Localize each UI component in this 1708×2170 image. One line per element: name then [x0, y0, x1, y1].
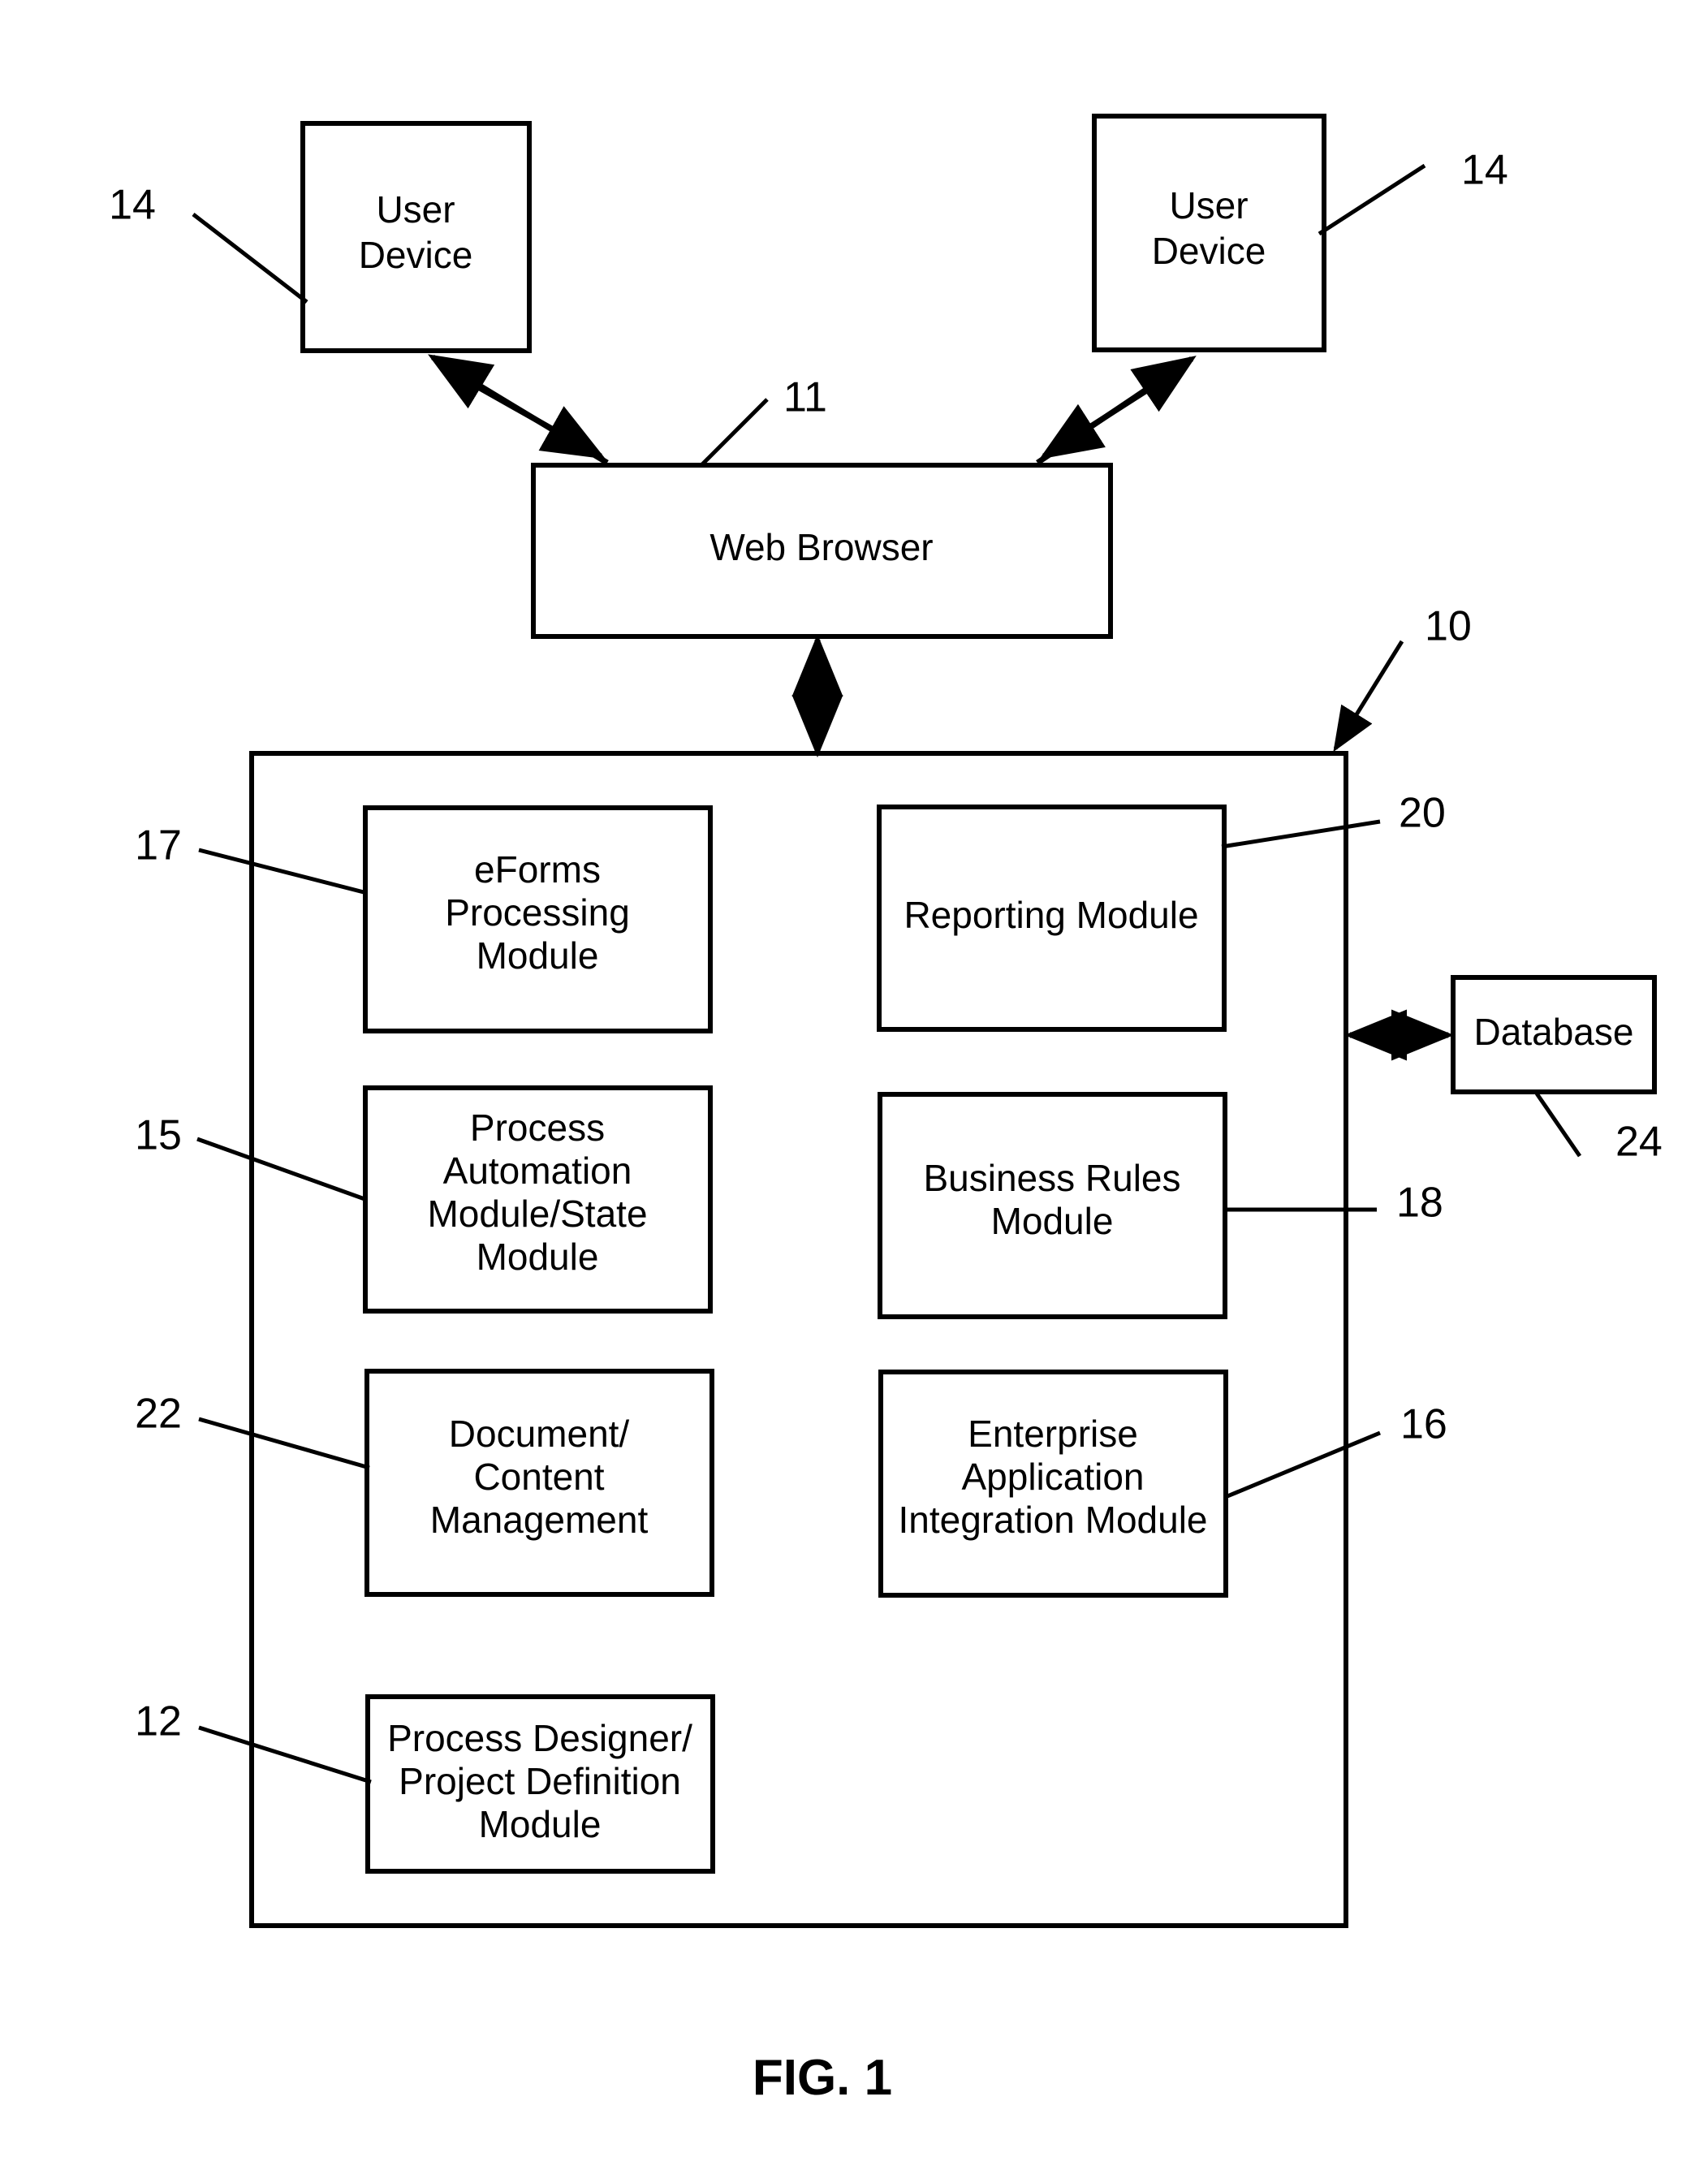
ref-17-label: 17	[135, 822, 182, 869]
process-designer-module-label-line2: Project Definition	[399, 1760, 681, 1802]
ref-22-label: 22	[135, 1391, 182, 1438]
ref-14-right-leader-line	[1318, 163, 1426, 236]
user-device-left-label-line2: Device	[359, 234, 473, 276]
node-database[interactable]: Database	[1451, 975, 1657, 1094]
node-user-device-right[interactable]: User Device	[1092, 114, 1326, 352]
ref-15-label: 15	[135, 1112, 182, 1159]
ref-20-label: 20	[1399, 790, 1446, 837]
ref-callout-18: 18	[1225, 1180, 1443, 1227]
web-browser-label: Web Browser	[710, 526, 933, 568]
node-document-content-management[interactable]: Document/ Content Management	[364, 1369, 714, 1597]
eforms-processing-module-label-line3: Module	[477, 934, 599, 977]
patent-figure: User Device 14 User Device 14 Web Browse…	[0, 0, 1708, 2170]
ref-12-label: 12	[135, 1698, 182, 1745]
arrow-user-device-left-to-browser	[441, 364, 606, 459]
enterprise-integration-module-label-line3: Integration Module	[898, 1499, 1207, 1541]
user-device-right-label-line1: User	[1169, 184, 1248, 226]
user-device-right-label-line2: Device	[1152, 230, 1266, 272]
eforms-processing-module-label-line1: eForms	[474, 848, 601, 891]
ref-24-leader-line	[1534, 1092, 1582, 1158]
eforms-processing-module-label-line2: Processing	[445, 891, 630, 934]
process-automation-module-label-line3: Module/State	[427, 1193, 647, 1235]
arrow-user-device-right-to-browser	[1039, 365, 1185, 459]
document-content-management-label-line3: Management	[430, 1499, 649, 1541]
business-rules-module-label-line1: Business Rules	[923, 1157, 1180, 1199]
node-eforms-processing-module[interactable]: eForms Processing Module	[363, 805, 713, 1033]
ref-20-leader-line	[1221, 819, 1381, 849]
enterprise-integration-module-label-line1: Enterprise	[968, 1413, 1138, 1455]
document-content-management-label-line2: Content	[473, 1456, 604, 1498]
user-device-left-label-line1: User	[376, 188, 455, 231]
process-automation-module-label-line1: Process	[470, 1107, 605, 1149]
ref-14-left-label: 14	[109, 182, 156, 229]
ref-11-leader-line	[699, 398, 769, 468]
ref-16-leader-line	[1227, 1430, 1381, 1499]
node-process-designer-module[interactable]: Process Designer/ Project Definition Mod…	[365, 1694, 715, 1874]
figure-caption: FIG. 1	[753, 2050, 892, 2106]
ref-callout-24: 24	[1534, 1092, 1663, 1166]
enterprise-integration-module-label-line2: Application	[961, 1456, 1144, 1498]
ref-22-leader-line	[198, 1417, 370, 1470]
node-web-browser[interactable]: Web Browser	[531, 463, 1113, 639]
ref-15-leader-line	[196, 1137, 368, 1202]
ref-callout-16: 16	[1227, 1401, 1447, 1499]
ref-18-label: 18	[1396, 1180, 1443, 1227]
ref-10-leader-line	[1333, 640, 1404, 753]
ref-17-leader-line	[198, 848, 368, 895]
ref-callout-14-left: 14	[109, 182, 308, 304]
reporting-module-label: Reporting Module	[904, 894, 1198, 936]
ref-callout-20: 20	[1221, 790, 1446, 849]
ref-callout-14-right: 14	[1318, 147, 1508, 236]
diagram-canvas: User Device 14 User Device 14 Web Browse…	[109, 114, 1663, 2106]
ref-12-leader-line	[198, 1725, 372, 1784]
process-automation-module-label-line2: Automation	[443, 1150, 632, 1192]
ref-24-label: 24	[1615, 1119, 1663, 1166]
database-label: Database	[1474, 1011, 1634, 1053]
ref-11-label: 11	[783, 374, 827, 421]
ref-callout-10: 10	[1333, 603, 1472, 753]
node-reporting-module[interactable]: Reporting Module	[877, 805, 1227, 1032]
process-designer-module-label-line1: Process Designer/	[387, 1717, 692, 1759]
ref-14-left-leader-line	[192, 213, 308, 304]
process-designer-module-label-line3: Module	[479, 1803, 602, 1845]
node-process-automation-module[interactable]: Process Automation Module/State Module	[363, 1085, 713, 1314]
ref-14-right-label: 14	[1461, 147, 1508, 194]
ref-10-label: 10	[1425, 603, 1472, 650]
ref-callout-11: 11	[699, 374, 827, 468]
document-content-management-label-line1: Document/	[449, 1413, 630, 1455]
node-enterprise-integration-module[interactable]: Enterprise Application Integration Modul…	[878, 1370, 1228, 1598]
ref-16-label: 16	[1400, 1401, 1447, 1448]
node-business-rules-module[interactable]: Business Rules Module	[878, 1092, 1227, 1319]
business-rules-module-label-line2: Module	[991, 1200, 1114, 1242]
node-user-device-left[interactable]: User Device	[300, 121, 532, 353]
process-automation-module-label-line4: Module	[477, 1236, 599, 1278]
